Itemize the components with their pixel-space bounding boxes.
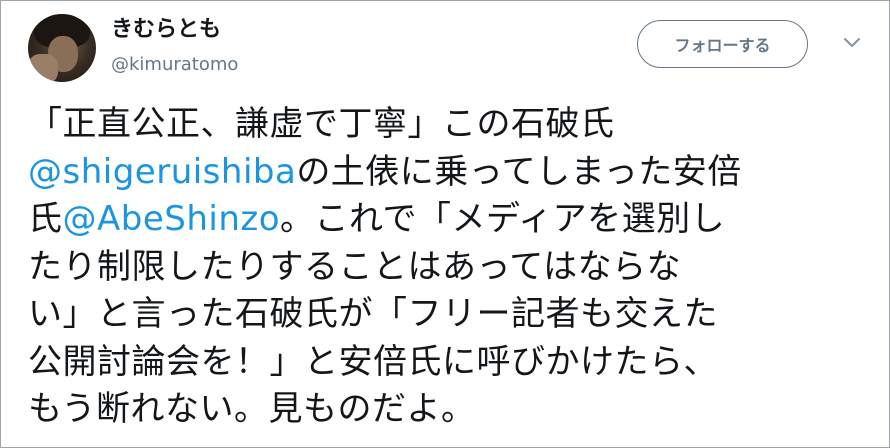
avatar-hand <box>28 54 58 82</box>
tweet-line: たり制限したりすることはあってはならな <box>28 246 682 287</box>
tweet-line: い」と言った石破氏が「フリー記者も交えた <box>28 294 718 334</box>
tweet-line: 「正直公正、謙虚で丁寧」この石破氏 <box>28 104 615 144</box>
follow-button[interactable]: フォローする <box>637 20 808 68</box>
chevron-down-icon[interactable] <box>841 35 863 51</box>
tweet-line: もう断れない。見ものだよ。 <box>28 389 476 429</box>
tweet-line-text: 氏 <box>28 199 63 239</box>
tweet-line-text: 。これで「メディアを選別し <box>280 199 726 239</box>
user-handle[interactable]: @kimuratomo <box>111 54 238 76</box>
tweet-text: 「正直公正、謙虚で丁寧」この石破氏 @shigeruishibaの土俵に乗ってし… <box>28 101 878 434</box>
tweet-line: 氏@AbeShinzo。これで「メディアを選別し <box>28 196 878 244</box>
tweet-line-text: の土俵に乗ってしまった安倍 <box>296 151 742 192</box>
mention-link-abeshinzo[interactable]: @AbeShinzo <box>63 199 281 239</box>
tweet-line: 公開討論会を！」と安倍氏に呼びかけたら、 <box>28 341 718 382</box>
display-name[interactable]: きむらとも <box>111 16 221 44</box>
tweet-line: @shigeruishibaの土俵に乗ってしまった安倍 <box>28 149 878 197</box>
tweet-card: きむらとも @kimuratomo フォローする 「正直公正、謙虚で丁寧」この石… <box>0 0 890 448</box>
avatar[interactable] <box>28 14 96 82</box>
mention-link-shigeruishiba[interactable]: @shigeruishiba <box>28 152 296 192</box>
